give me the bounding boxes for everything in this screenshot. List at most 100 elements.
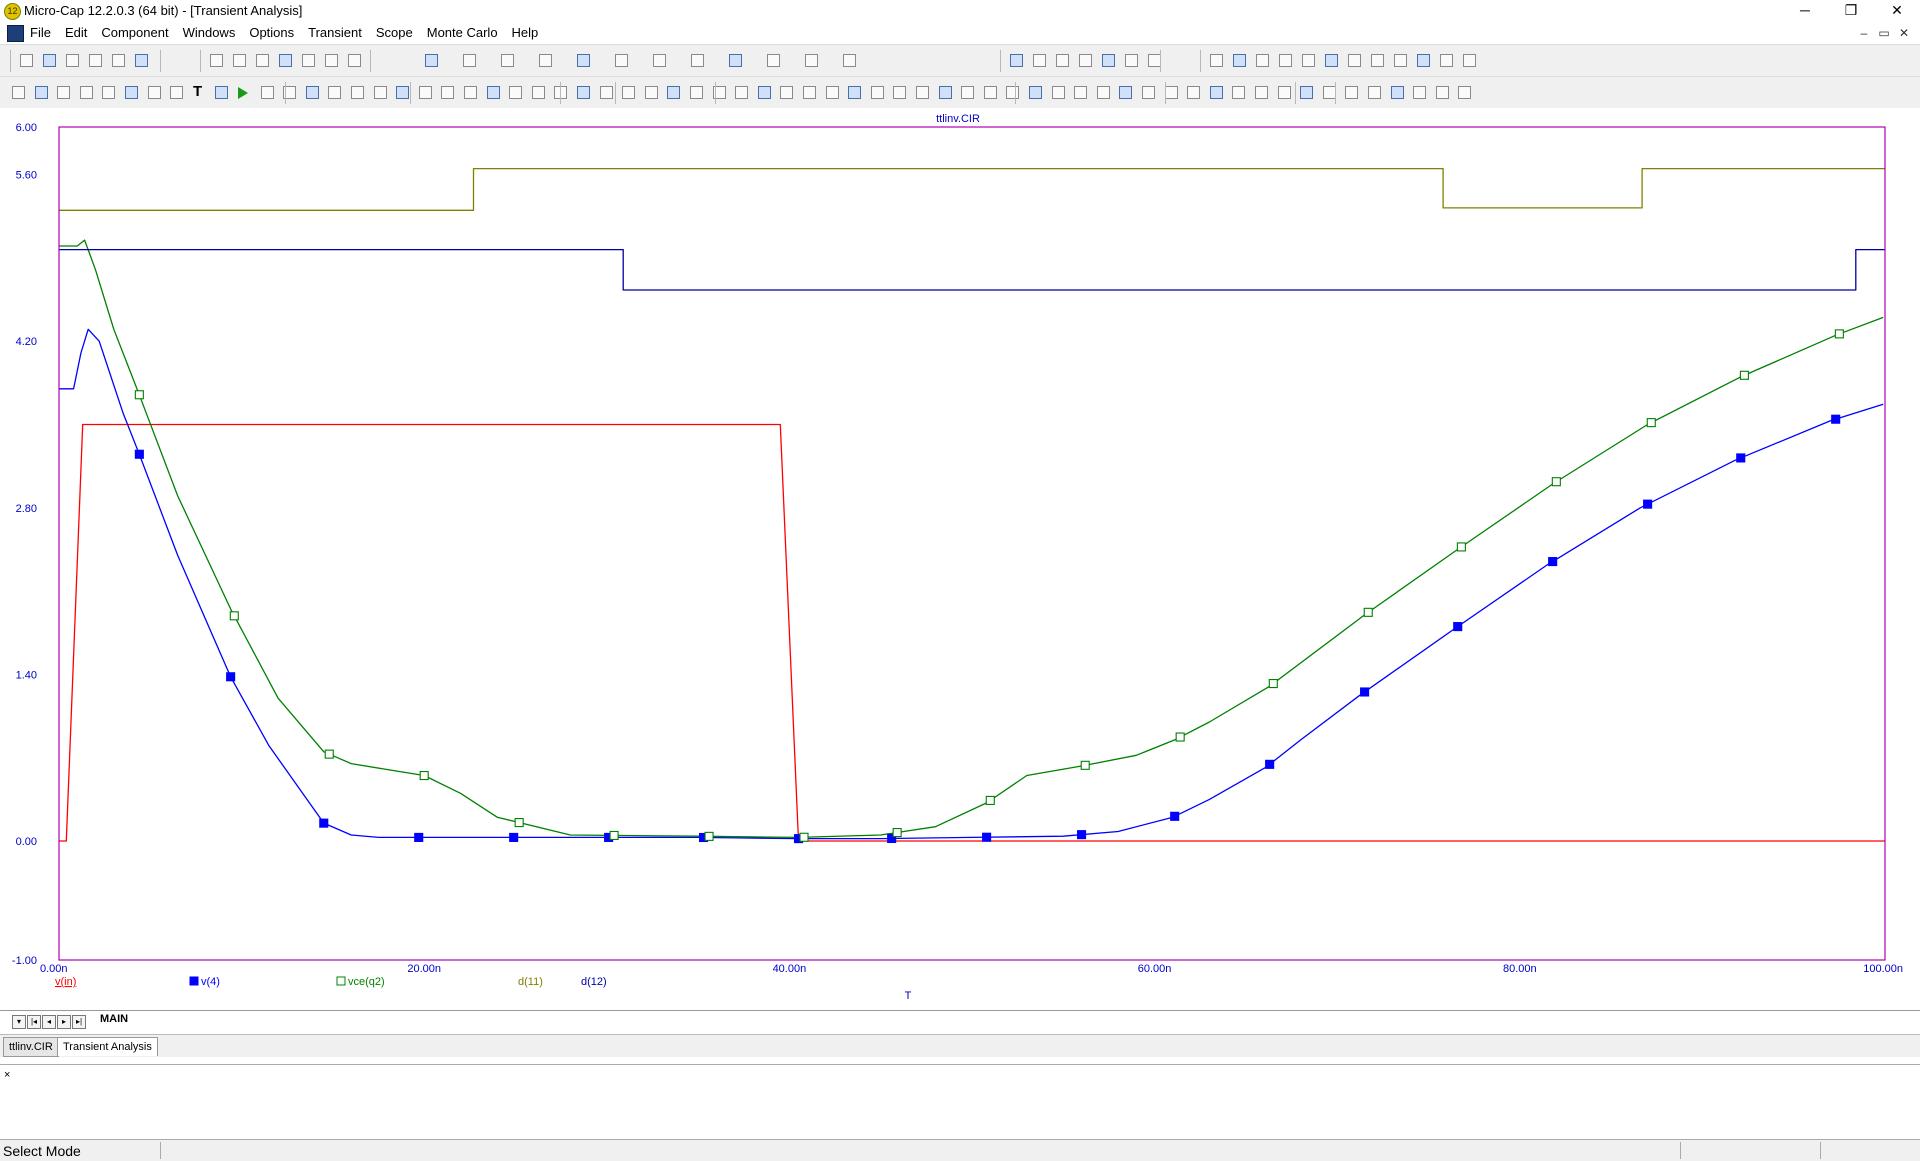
- first-tab-button[interactable]: |◂: [27, 1015, 41, 1029]
- toolbar-button-icon[interactable]: [767, 54, 780, 67]
- transient-chart[interactable]: 6.00 5.60 4.20 2.80 1.40 0.00 -1.000.00n 20.00n…: [0, 108, 1920, 1010]
- toolbar-button-icon[interactable]: [351, 86, 364, 99]
- toolbar-button-icon[interactable]: [170, 86, 183, 99]
- toolbar-button-icon[interactable]: [691, 54, 704, 67]
- toolbar-button-icon[interactable]: [12, 86, 25, 99]
- toolbar-button-icon[interactable]: [1255, 86, 1268, 99]
- toolbar-button-icon[interactable]: [1345, 86, 1358, 99]
- toolbar-button-icon[interactable]: [539, 54, 552, 67]
- toolbar-button-icon[interactable]: [425, 54, 438, 67]
- toolbar-button-icon[interactable]: [419, 86, 432, 99]
- toolbar-button-icon[interactable]: [463, 54, 476, 67]
- toolbar-button-icon[interactable]: [1033, 54, 1046, 67]
- toolbar-button-icon[interactable]: [690, 86, 703, 99]
- toolbar-button-icon[interactable]: [1079, 54, 1092, 67]
- toolbar-button-icon[interactable]: [1458, 86, 1471, 99]
- toolbar-button-icon[interactable]: [1256, 54, 1269, 67]
- toolbar-button-icon[interactable]: [848, 86, 861, 99]
- toolbar-button-icon[interactable]: [1300, 86, 1313, 99]
- toolbar-button-icon[interactable]: [501, 54, 514, 67]
- toolbar-button-icon[interactable]: [1232, 86, 1245, 99]
- toolbar-button-icon[interactable]: [135, 54, 148, 67]
- toolbar-button-icon[interactable]: [215, 86, 228, 99]
- toolbar-button-icon[interactable]: [233, 54, 246, 67]
- toolbar-button-icon[interactable]: [464, 86, 477, 99]
- sheet-tab-main[interactable]: MAIN: [100, 1013, 128, 1025]
- toolbar-button-icon[interactable]: [645, 86, 658, 99]
- toolbar-button-icon[interactable]: [893, 86, 906, 99]
- toolbar-button-icon[interactable]: [1463, 54, 1476, 67]
- close-button[interactable]: ✕: [1874, 0, 1920, 22]
- toolbar-button-icon[interactable]: [441, 86, 454, 99]
- toolbar-button-icon[interactable]: [396, 86, 409, 99]
- next-tab-button[interactable]: ▸: [57, 1015, 71, 1029]
- toolbar-button-icon[interactable]: [735, 86, 748, 99]
- toolbar-button-icon[interactable]: [261, 86, 274, 99]
- toolbar-button-icon[interactable]: [939, 86, 952, 99]
- toolbar-button-icon[interactable]: [43, 54, 56, 67]
- toolbar-button-icon[interactable]: [532, 86, 545, 99]
- toolbar-button-icon[interactable]: [1119, 86, 1132, 99]
- toolbar-button-icon[interactable]: [306, 86, 319, 99]
- toolbar-button-icon[interactable]: [374, 86, 387, 99]
- toolbar-button-icon[interactable]: [1413, 86, 1426, 99]
- toolbar-button-icon[interactable]: [1368, 86, 1381, 99]
- legend-entry-vceq2[interactable]: vce(q2): [348, 976, 385, 988]
- toolbar-button-icon[interactable]: [325, 54, 338, 67]
- toolbar-button-icon[interactable]: [102, 86, 115, 99]
- mdi-close-button[interactable]: ✕: [1894, 26, 1914, 40]
- toolbar-button-icon[interactable]: [112, 54, 125, 67]
- toolbar-button-icon[interactable]: [826, 86, 839, 99]
- toolbar-button-icon[interactable]: T: [193, 83, 202, 100]
- toolbar-button-icon[interactable]: [256, 54, 269, 67]
- toolbar-button-icon[interactable]: [328, 86, 341, 99]
- toolbar-button-icon[interactable]: [348, 54, 361, 67]
- legend-entry-v4[interactable]: v(4): [201, 976, 220, 988]
- toolbar-button-icon[interactable]: [57, 86, 70, 99]
- toolbar-button-icon[interactable]: [487, 86, 500, 99]
- toolbar-button-icon[interactable]: [1279, 54, 1292, 67]
- legend-entry-d12[interactable]: d(12): [581, 976, 607, 988]
- toolbar-button-icon[interactable]: [148, 86, 161, 99]
- toolbar-button-icon[interactable]: [803, 86, 816, 99]
- toolbar-button-icon[interactable]: [600, 86, 613, 99]
- toolbar-button-icon[interactable]: [1302, 54, 1315, 67]
- toolbar-button-icon[interactable]: [1056, 54, 1069, 67]
- close-output-icon[interactable]: ×: [4, 1069, 10, 1081]
- restore-button[interactable]: ❐: [1828, 0, 1874, 22]
- menu-windows[interactable]: Windows: [183, 25, 236, 40]
- legend-entry-vin[interactable]: v(in): [55, 976, 76, 988]
- toolbar-button-icon[interactable]: [667, 86, 680, 99]
- toolbar-button-icon[interactable]: [1210, 54, 1223, 67]
- toolbar-button-icon[interactable]: [780, 86, 793, 99]
- toolbar-button-icon[interactable]: [729, 54, 742, 67]
- prev-tab-button[interactable]: ◂: [42, 1015, 56, 1029]
- menu-help[interactable]: Help: [512, 25, 539, 40]
- toolbar-button-icon[interactable]: [1436, 86, 1449, 99]
- last-tab-button[interactable]: ▸|: [72, 1015, 86, 1029]
- toolbar-button-icon[interactable]: [984, 86, 997, 99]
- toolbar-button-icon[interactable]: [1102, 54, 1115, 67]
- toolbar-button-icon[interactable]: [577, 54, 590, 67]
- menu-component[interactable]: Component: [101, 25, 168, 40]
- file-tab-transient[interactable]: Transient Analysis: [57, 1037, 158, 1056]
- toolbar-button-icon[interactable]: [1165, 86, 1178, 99]
- legend-entry-d11[interactable]: d(11): [518, 976, 543, 988]
- toolbar-button-icon[interactable]: [615, 54, 628, 67]
- toolbar-button-icon[interactable]: [1029, 86, 1042, 99]
- toolbar-button-icon[interactable]: [1210, 86, 1223, 99]
- toolbar-button-icon[interactable]: [871, 86, 884, 99]
- toolbar-button-icon[interactable]: [1417, 54, 1430, 67]
- toolbar-button-icon[interactable]: [509, 86, 522, 99]
- toolbar-button-icon[interactable]: [805, 54, 818, 67]
- toolbar-button-icon[interactable]: [1010, 54, 1023, 67]
- menu-options[interactable]: Options: [249, 25, 294, 40]
- mdi-minimize-button[interactable]: –: [1854, 26, 1874, 40]
- menu-transient[interactable]: Transient: [308, 25, 362, 40]
- toolbar-button-icon[interactable]: [1074, 86, 1087, 99]
- toolbar-button-icon[interactable]: [622, 86, 635, 99]
- toolbar-button-icon[interactable]: [279, 54, 292, 67]
- toolbar-button-icon[interactable]: [1440, 54, 1453, 67]
- toolbar-button-icon[interactable]: [1391, 86, 1404, 99]
- file-tab-circuit[interactable]: ttlinv.CIR: [3, 1037, 59, 1057]
